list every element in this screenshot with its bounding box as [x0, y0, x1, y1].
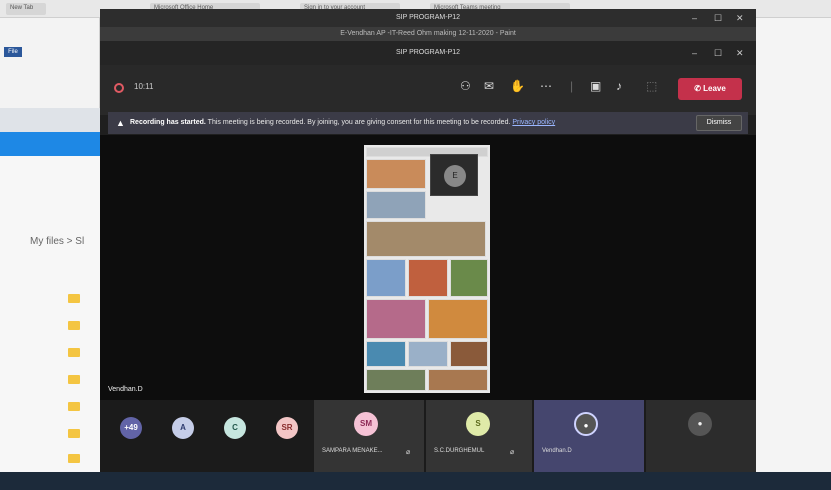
self-video-preview[interactable]: E	[430, 154, 478, 196]
folder-icon[interactable]	[68, 375, 80, 384]
browser-tab[interactable]: New Tab	[6, 3, 46, 15]
maximize-icon[interactable]: ☐	[714, 41, 722, 65]
word-ribbon: File	[0, 18, 100, 108]
minimize-icon[interactable]: –	[692, 9, 697, 27]
avatar: E	[444, 165, 466, 187]
participant-strip: +49 A C SR SM SAMPARA MENAKE... ⌀ S S.C.…	[100, 400, 756, 472]
participant-tile[interactable]: S S.C.DURGHEMUL ⌀	[426, 400, 532, 472]
banner-headline: Recording has started.	[130, 119, 206, 126]
photo-thumbnail	[366, 221, 486, 257]
close-icon[interactable]: ✕	[736, 9, 744, 27]
minimize-icon[interactable]: –	[692, 41, 697, 65]
more-actions-icon[interactable]: ⋯	[540, 79, 552, 93]
meeting-toolbar: 10:11 ⚇ ✉ ✋ ⋯ | ▣ ♪ ⬚ ✆ Leave ▲ Recordin…	[100, 65, 756, 134]
photo-thumbnail	[366, 191, 426, 219]
profile-photo-icon: ●	[574, 412, 598, 436]
participant-name: Vendhan.D	[542, 448, 572, 454]
mic-off-icon[interactable]: ♪	[616, 79, 622, 93]
chat-icon[interactable]: ✉	[484, 79, 494, 93]
profile-photo-icon: ●	[688, 412, 712, 436]
dismiss-button[interactable]: Dismiss	[696, 115, 742, 131]
participant-tile[interactable]: ● Vendhan.D	[534, 400, 644, 472]
avatar[interactable]: A	[172, 417, 194, 439]
photo-thumbnail	[366, 341, 406, 367]
mic-off-icon: ⌀	[406, 449, 411, 456]
photo-thumbnail	[366, 159, 426, 189]
presenter-name: Vendhan.D	[108, 386, 143, 393]
avatar[interactable]: C	[224, 417, 246, 439]
folder-icon[interactable]	[68, 348, 80, 357]
shared-screen-stage: E Vendhan.D	[100, 135, 756, 400]
close-icon[interactable]: ✕	[736, 41, 744, 65]
recording-icon	[114, 83, 124, 93]
photo-thumbnail	[366, 259, 406, 297]
camera-off-icon[interactable]: ▣	[590, 79, 601, 93]
onedrive-file-list: My files > Sl	[0, 156, 100, 472]
photo-thumbnail	[408, 259, 448, 297]
participant-name: S.C.DURGHEMUL	[434, 448, 485, 454]
raise-hand-icon[interactable]: ✋	[510, 79, 525, 93]
participants-icon[interactable]: ⚇	[460, 79, 471, 93]
photo-thumbnail	[366, 299, 426, 339]
photo-thumbnail	[450, 259, 488, 297]
outer-window-title: SIP PROGRAM-P12 – ☐ ✕	[100, 9, 756, 27]
privacy-policy-link[interactable]: Privacy policy	[512, 119, 555, 126]
participant-tile[interactable]: ●	[646, 400, 756, 472]
mic-off-icon: ⌀	[510, 449, 515, 456]
divider: |	[570, 79, 574, 93]
background-window	[756, 18, 831, 472]
meeting-window-title: SIP PROGRAM-P12 – ☐ ✕	[100, 41, 756, 65]
photo-thumbnail	[428, 369, 488, 391]
folder-icon[interactable]	[68, 294, 80, 303]
folder-icon[interactable]	[68, 429, 80, 438]
avatar: S	[466, 412, 490, 436]
meeting-timer: 10:11	[134, 82, 154, 91]
participant-name: SAMPARA MENAKE...	[322, 448, 383, 454]
avatar[interactable]: SR	[276, 417, 298, 439]
folder-icon[interactable]	[68, 454, 80, 463]
warning-icon: ▲	[116, 118, 125, 128]
taskbar	[0, 472, 831, 490]
more-participants-button[interactable]: +49	[120, 417, 142, 439]
document-title: E-Vendhan AP -IT-Reed Ohm making 12-11-2…	[100, 27, 756, 41]
avatar: SM	[354, 412, 378, 436]
file-menu-button[interactable]: File	[4, 47, 22, 57]
photo-thumbnail	[366, 369, 426, 391]
recording-banner: ▲ Recording has started. This meeting is…	[108, 112, 748, 134]
participant-tile[interactable]: SM SAMPARA MENAKE... ⌀	[314, 400, 424, 472]
teams-meeting-window: SIP PROGRAM-P12 – ☐ ✕ E-Vendhan AP -IT-R…	[100, 9, 756, 472]
folder-icon[interactable]	[68, 321, 80, 330]
maximize-icon[interactable]: ☐	[714, 9, 722, 27]
photo-thumbnail	[428, 299, 488, 339]
photo-thumbnail	[450, 341, 488, 367]
banner-message: This meeting is being recorded. By joini…	[205, 119, 511, 126]
share-tray-icon[interactable]: ⬚	[646, 79, 657, 93]
leave-button[interactable]: ✆ Leave	[678, 78, 742, 100]
folder-icon[interactable]	[68, 402, 80, 411]
breadcrumb[interactable]: My files > Sl	[30, 236, 84, 247]
photo-thumbnail	[408, 341, 448, 367]
